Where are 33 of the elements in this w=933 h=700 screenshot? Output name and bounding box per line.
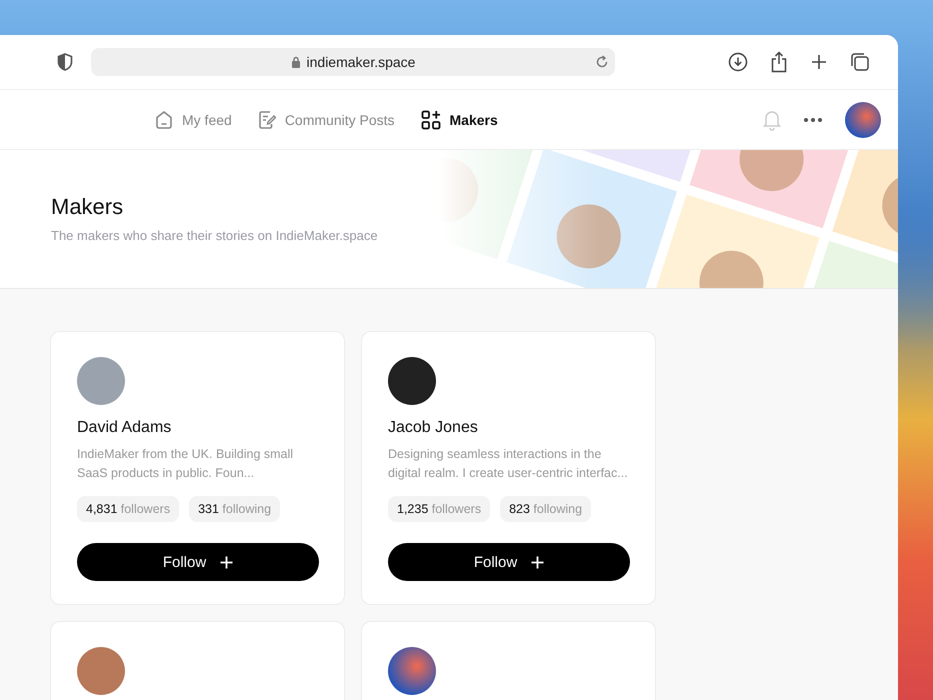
share-icon[interactable] [770, 51, 788, 73]
plus-icon [531, 556, 544, 568]
maker-bio: Designing seamless interactions in the digital realm. I create user-centric interfac... [388, 446, 629, 482]
plus-icon[interactable] [810, 53, 828, 71]
followers-count[interactable]: 4,831 followers [77, 496, 180, 522]
plus-icon [220, 556, 234, 568]
page-title: Makers [51, 194, 124, 220]
page-subtitle: The makers who share their stories on IndieMaker.space [51, 228, 379, 243]
follow-button[interactable]: Follow [77, 543, 319, 581]
following-count[interactable]: 823 following [500, 496, 592, 522]
profile-avatar[interactable] [845, 102, 881, 138]
following-count[interactable]: 331 following [189, 496, 280, 522]
maker-name[interactable]: David Adams [77, 419, 318, 437]
home-icon [155, 110, 173, 130]
download-icon[interactable] [728, 52, 748, 72]
address-bar[interactable]: indiemaker.space [91, 48, 615, 76]
grid-plus-icon [420, 110, 441, 130]
follow-button[interactable]: Follow [388, 543, 630, 581]
shield-icon[interactable] [57, 53, 73, 71]
followers-count[interactable]: 1,235 followers [388, 496, 490, 522]
nav-tab[interactable]: Community Posts [258, 110, 395, 130]
maker-bio: IndieMaker from the UK. Building small SaaS products in public. Foun... [77, 446, 294, 482]
avatar-photo[interactable] [388, 647, 436, 695]
nav-tab[interactable]: My feed [155, 110, 232, 130]
url-text: indiemaker.space [306, 54, 416, 70]
more-icon[interactable] [803, 116, 823, 122]
tabs-icon[interactable] [850, 52, 870, 72]
document-pen-icon [258, 110, 276, 130]
nav-tab[interactable]: Makers [420, 110, 498, 130]
lock-icon [290, 56, 301, 68]
reload-icon[interactable] [595, 55, 609, 69]
avatar-photo[interactable] [388, 357, 436, 405]
maker-name[interactable]: Jacob Jones [388, 419, 629, 437]
